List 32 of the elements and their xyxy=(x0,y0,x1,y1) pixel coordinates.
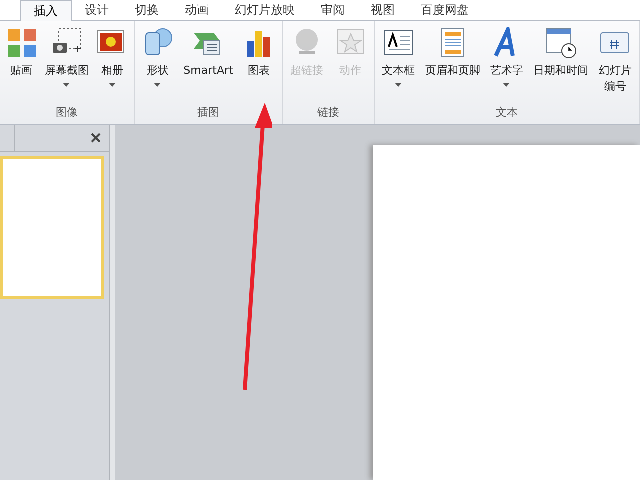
ribbon-tab[interactable]: 视图 xyxy=(358,0,408,20)
ribbon-tab[interactable]: 百度网盘 xyxy=(408,0,482,20)
caret-icon xyxy=(108,83,116,87)
slide-thumbnail[interactable] xyxy=(0,156,104,299)
ribbon-button[interactable]: 屏幕截图 xyxy=(44,27,89,87)
ribbon-button[interactable]: 文本框 xyxy=(382,27,416,87)
caret-icon xyxy=(154,83,162,87)
clip-art-icon xyxy=(6,27,38,59)
ribbon-button[interactable]: 贴画 xyxy=(6,27,38,79)
ribbon-tab[interactable]: 幻灯片放映 xyxy=(222,0,308,20)
caret-icon xyxy=(63,83,70,87)
group-label: 插图 xyxy=(196,104,220,120)
group-label: 文本 xyxy=(495,104,519,120)
group-label: 链接 xyxy=(316,104,340,120)
ribbon-button[interactable]: 形状 xyxy=(142,27,174,87)
ribbon-tab[interactable]: 插入 xyxy=(20,0,72,21)
group-label: 图像 xyxy=(55,104,79,120)
ribbon-button[interactable]: 页眉和页脚 xyxy=(425,27,480,79)
ribbon-button[interactable]: 相册 xyxy=(96,27,128,87)
ribbon-tab[interactable]: 动画 xyxy=(172,0,222,20)
ribbon-button[interactable]: SmartArt xyxy=(184,27,234,79)
close-icon[interactable] xyxy=(91,133,101,143)
calendar-clock-icon xyxy=(545,27,578,59)
ribbon-tab[interactable]: 审阅 xyxy=(308,0,358,20)
ribbon-button[interactable]: 幻灯片 编号 xyxy=(598,27,632,95)
ribbon-button[interactable]: 艺术字 xyxy=(490,27,524,87)
caret-icon xyxy=(503,83,510,87)
ribbon-button[interactable]: 日期和时间 xyxy=(534,27,589,79)
ribbon-button[interactable]: 图表 xyxy=(243,27,276,79)
caret-icon xyxy=(395,83,402,87)
ribbon-tab[interactable]: 设计 xyxy=(72,0,122,20)
ribbon-tab[interactable]: 切换 xyxy=(122,0,172,20)
